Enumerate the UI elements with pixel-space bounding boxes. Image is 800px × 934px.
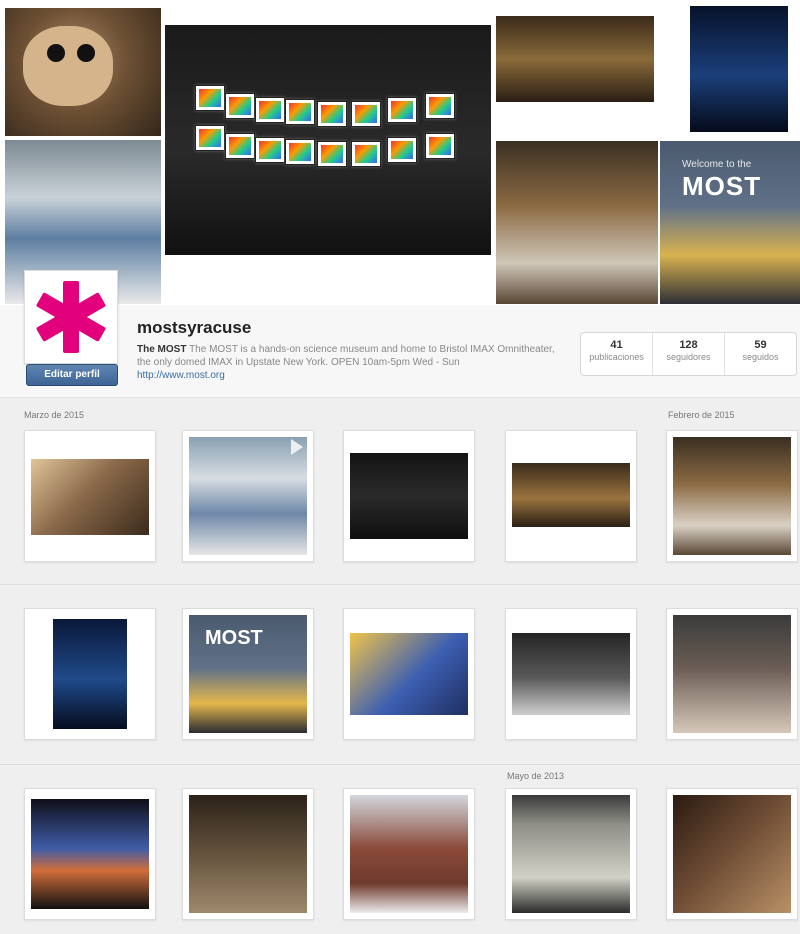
cover-photo-most: Welcome to the MOST [660, 141, 800, 304]
section-label-march-2015: Marzo de 2015 [24, 410, 85, 420]
photo-girl [350, 633, 468, 715]
grid-photo-cockpit[interactable] [24, 788, 156, 920]
grid-photo-most-lobby[interactable]: MOST [182, 608, 314, 740]
gallery-frame [351, 141, 381, 167]
photo-armory [350, 795, 468, 913]
lemur-eye-right [77, 44, 95, 62]
stat-following-number: 59 [754, 339, 767, 351]
photo-exhibit [512, 463, 630, 527]
row-separator [0, 584, 800, 585]
gallery-frame [425, 93, 455, 119]
stat-posts[interactable]: 41 publicaciones [581, 333, 653, 375]
stat-posts-label: publicaciones [589, 352, 644, 362]
gallery-frame [285, 139, 315, 165]
most-logo-text: MOST [682, 171, 762, 201]
grid-photo-stairs[interactable] [666, 788, 798, 920]
photo-stairs [673, 795, 791, 913]
profile-stats: 41 publicaciones 128 seguidores 59 segui… [580, 332, 797, 376]
stat-followers-label: seguidores [666, 352, 711, 362]
profile-avatar [24, 270, 118, 364]
bio-name: The MOST [137, 344, 187, 355]
stat-following-label: seguidos [742, 352, 779, 362]
grid-photo-framed[interactable] [182, 788, 314, 920]
grid-photo-fossils[interactable] [505, 608, 637, 740]
gallery-frame [285, 99, 315, 125]
grid-photo-old[interactable] [505, 788, 637, 920]
cover-collage: Welcome to the MOST [0, 0, 800, 305]
grid-photo-gallery[interactable] [343, 430, 475, 562]
gallery-frame [425, 133, 455, 159]
grid-photo-shop[interactable] [666, 430, 798, 562]
profile-website-link[interactable]: http://www.most.org [137, 369, 567, 382]
gallery-frame [225, 93, 255, 119]
profile-bio: The MOST The MOST is a hands-on science … [137, 343, 567, 382]
grid-photo-robot[interactable] [24, 608, 156, 740]
photo-fossils [512, 633, 630, 715]
cover-photo-lemur [5, 8, 161, 136]
lemur-eye-left [47, 44, 65, 62]
gallery-frame [387, 97, 417, 123]
profile-username: mostsyracuse [137, 318, 252, 337]
gallery-frame [195, 125, 225, 151]
row-separator [0, 764, 800, 765]
gallery-frame [387, 137, 417, 163]
bio-text: The MOST is a hands-on science museum an… [137, 344, 555, 368]
photo-shop [673, 437, 791, 555]
grid-most-logo-text: MOST [205, 627, 263, 649]
video-play-icon [291, 439, 303, 455]
photo-science-fair [189, 437, 307, 555]
photo-robot [53, 619, 127, 729]
cover-photo-shop [496, 141, 658, 304]
gallery-frame [351, 101, 381, 127]
photo-framed [189, 795, 307, 913]
gallery-frame [225, 133, 255, 159]
photo-old [512, 795, 630, 913]
cover-photo-gallery [165, 25, 491, 255]
cover-photo-exhibit [496, 16, 654, 102]
section-label-february-2015: Febrero de 2015 [668, 410, 735, 420]
grid-photo-visitors[interactable] [666, 608, 798, 740]
stat-following[interactable]: 59 seguidos [725, 333, 796, 375]
most-welcome-text: Welcome to the [682, 159, 752, 170]
stat-followers[interactable]: 128 seguidores [653, 333, 725, 375]
photo-gallery [350, 453, 468, 539]
gallery-frame [317, 141, 347, 167]
photo-visitors [673, 615, 791, 733]
grid-photo-lemur[interactable] [24, 430, 156, 562]
grid-photo-girl[interactable] [343, 608, 475, 740]
grid-video-science-fair[interactable] [182, 430, 314, 562]
asterisk-logo-icon [36, 281, 106, 353]
edit-profile-button[interactable]: Editar perfil [26, 364, 118, 386]
photo-lemur [31, 459, 149, 535]
photo-cockpit [31, 799, 149, 909]
grid-photo-exhibit[interactable] [505, 430, 637, 562]
section-label-may-2013: Mayo de 2013 [507, 771, 565, 781]
gallery-frame [255, 137, 285, 163]
lemur-face [23, 26, 113, 106]
stat-posts-number: 41 [610, 339, 623, 351]
cover-photo-robot [690, 6, 788, 132]
gallery-frame [195, 85, 225, 111]
gallery-frame [255, 97, 285, 123]
stat-followers-number: 128 [679, 339, 698, 351]
gallery-frame [317, 101, 347, 127]
grid-photo-armory[interactable] [343, 788, 475, 920]
